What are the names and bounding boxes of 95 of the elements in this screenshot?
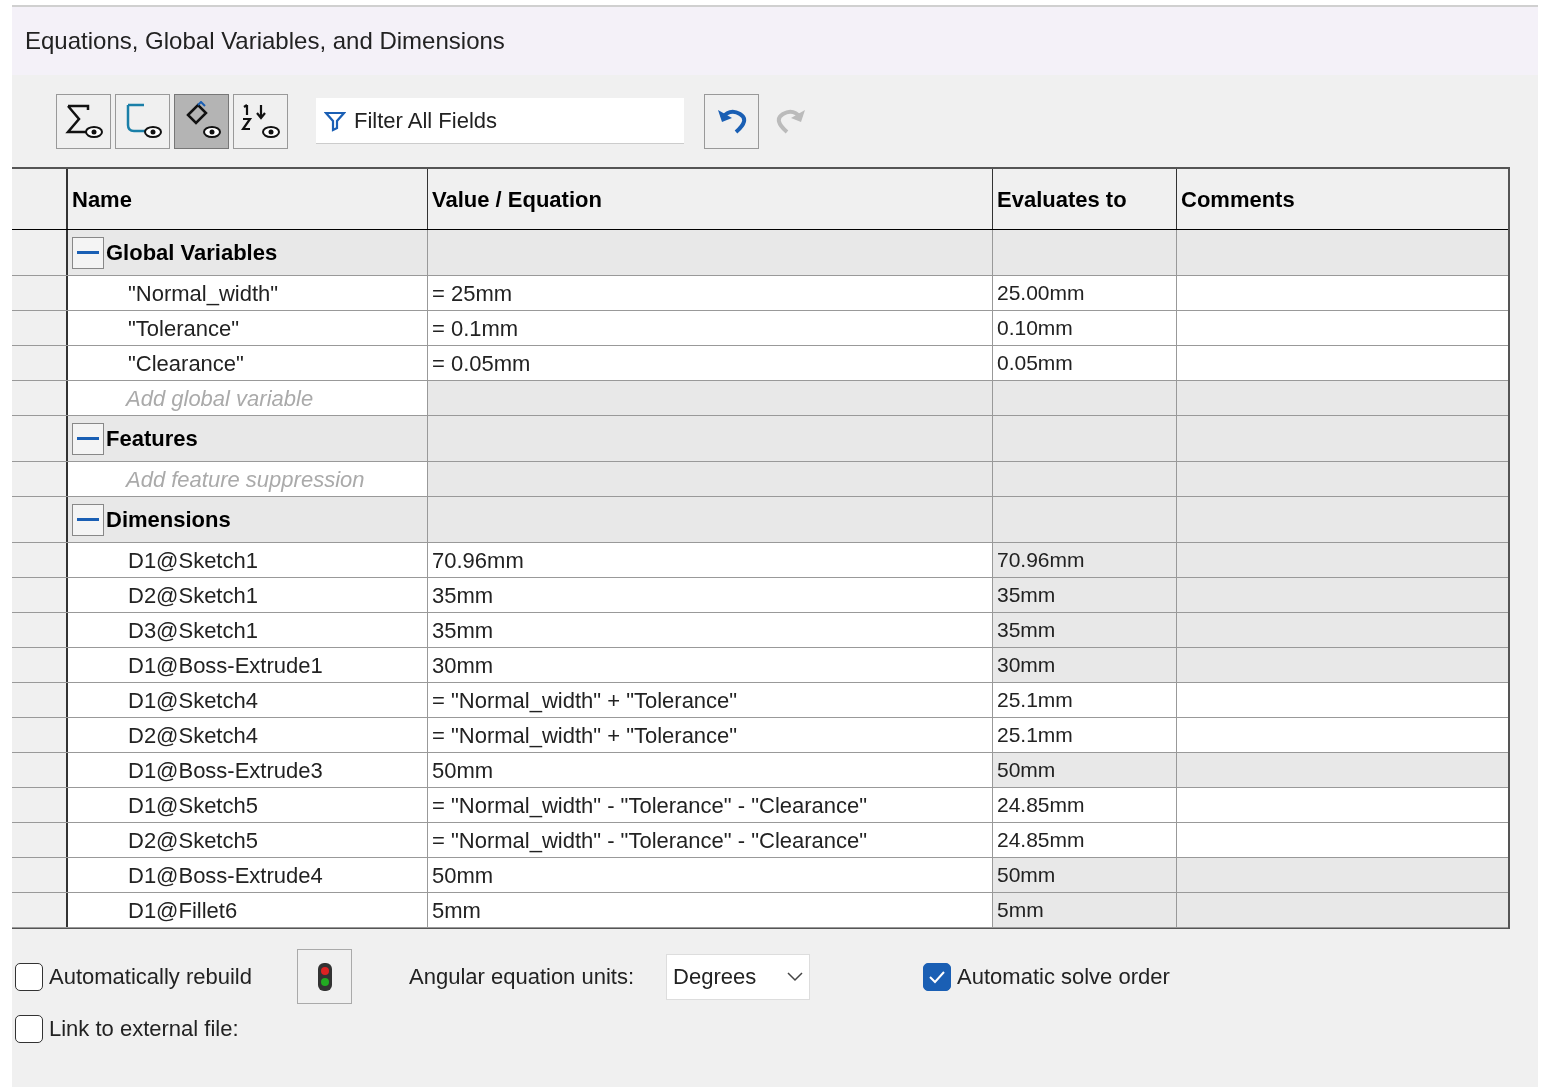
view-toggle-button[interactable]: [115, 93, 170, 149]
row-header[interactable]: [12, 823, 68, 857]
view-toggle-button[interactable]: [56, 93, 111, 149]
evaluates-cell: 25.00mm: [993, 276, 1177, 310]
name-cell[interactable]: D1@Boss-Extrude3: [68, 753, 428, 787]
angular-units-dropdown[interactable]: Degrees: [666, 953, 811, 1000]
value-cell[interactable]: = "Normal_width" - "Tolerance" - "Clearance": [428, 788, 993, 822]
name-cell[interactable]: D1@Sketch1: [68, 543, 428, 577]
minus-icon: [77, 250, 99, 255]
angular-units-label: Angular equation units:: [409, 963, 635, 991]
name-cell[interactable]: "Clearance": [68, 346, 428, 380]
name-cell[interactable]: D3@Sketch1: [68, 613, 428, 647]
value-cell[interactable]: 5mm: [428, 893, 993, 927]
view-toggle-button[interactable]: [174, 93, 229, 149]
name-cell[interactable]: D1@Boss-Extrude1: [68, 648, 428, 682]
collapse-toggle[interactable]: [72, 503, 104, 536]
filter-field[interactable]: Filter All Fields: [316, 98, 684, 144]
column-header[interactable]: Evaluates to: [993, 169, 1177, 229]
comment-cell[interactable]: [1177, 276, 1508, 310]
value-cell[interactable]: = 0.1mm: [428, 311, 993, 345]
collapse-toggle[interactable]: [72, 422, 104, 455]
row-header[interactable]: [12, 893, 68, 927]
evaluates-cell: 24.85mm: [993, 823, 1177, 857]
traffic-light-icon: [316, 961, 333, 992]
checkbox[interactable]: [15, 1014, 43, 1043]
value-cell[interactable]: = 0.05mm: [428, 346, 993, 380]
row-header[interactable]: [12, 497, 68, 542]
view-toggle-button[interactable]: [233, 93, 288, 149]
name-cell[interactable]: D2@Sketch4: [68, 718, 428, 752]
column-header[interactable]: Name: [68, 169, 428, 229]
comment-cell[interactable]: [1177, 788, 1508, 822]
checkbox[interactable]: [15, 962, 43, 991]
evaluates-cell: 0.10mm: [993, 311, 1177, 345]
row-header[interactable]: [12, 276, 68, 310]
section-title: Features: [106, 425, 198, 453]
name-cell[interactable]: "Normal_width": [68, 276, 428, 310]
row-header[interactable]: [12, 543, 68, 577]
minus-icon: [77, 436, 99, 441]
value-cell[interactable]: 50mm: [428, 858, 993, 892]
name-cell[interactable]: D1@Sketch5: [68, 788, 428, 822]
number-sort-eye-icon: [240, 101, 281, 141]
checkbox[interactable]: [923, 962, 952, 991]
comment-cell[interactable]: [1177, 823, 1508, 857]
row-header[interactable]: [12, 613, 68, 647]
name-cell[interactable]: "Tolerance": [68, 311, 428, 345]
checkbox-label: Automatic solve order: [957, 963, 1170, 991]
row-header[interactable]: [12, 683, 68, 717]
checkbox-label: Automatically rebuild: [49, 963, 252, 991]
value-cell[interactable]: = "Normal_width" + "Tolerance": [428, 683, 993, 717]
value-cell[interactable]: = 25mm: [428, 276, 993, 310]
comment-cell[interactable]: [1177, 683, 1508, 717]
column-header[interactable]: Comments: [1177, 169, 1508, 229]
undo-button[interactable]: [704, 93, 759, 149]
name-cell[interactable]: D1@Boss-Extrude4: [68, 858, 428, 892]
row-header[interactable]: [12, 230, 68, 275]
row-header[interactable]: [12, 753, 68, 787]
value-cell[interactable]: = "Normal_width" - "Tolerance" - "Clearance": [428, 823, 993, 857]
row-header[interactable]: [12, 381, 68, 415]
value-cell[interactable]: 35mm: [428, 578, 993, 612]
name-cell[interactable]: D2@Sketch1: [68, 578, 428, 612]
section-title: Global Variables: [106, 239, 278, 267]
comment-cell[interactable]: [1177, 718, 1508, 752]
row-header[interactable]: [12, 858, 68, 892]
check-icon: [928, 969, 947, 984]
evaluates-cell: 25.1mm: [993, 718, 1177, 752]
column-header[interactable]: Value / Equation: [428, 169, 993, 229]
value-cell[interactable]: 50mm: [428, 753, 993, 787]
row-header[interactable]: [12, 416, 68, 461]
section-title: Dimensions: [106, 506, 231, 534]
row-header[interactable]: [12, 462, 68, 496]
minus-icon: [77, 517, 99, 522]
name-cell[interactable]: D2@Sketch5: [68, 823, 428, 857]
checkbox-label: Link to external file:: [49, 1015, 239, 1043]
collapse-toggle[interactable]: [72, 236, 104, 269]
name-cell[interactable]: D1@Sketch4: [68, 683, 428, 717]
name-cell[interactable]: D1@Fillet6: [68, 893, 428, 927]
comment-cell[interactable]: [1177, 346, 1508, 380]
window-title: Equations, Global Variables, and Dimensions: [25, 26, 505, 56]
row-header[interactable]: [12, 718, 68, 752]
value-cell[interactable]: 70.96mm: [428, 543, 993, 577]
row-header[interactable]: [12, 648, 68, 682]
evaluates-cell: 0.05mm: [993, 346, 1177, 380]
value-cell[interactable]: 35mm: [428, 613, 993, 647]
value-cell[interactable]: = "Normal_width" + "Tolerance": [428, 718, 993, 752]
row-header[interactable]: [12, 346, 68, 380]
row-header[interactable]: [12, 311, 68, 345]
filter-icon: [324, 110, 346, 132]
row-header[interactable]: [12, 788, 68, 822]
chevron-icon: [787, 971, 804, 982]
evaluates-cell: 24.85mm: [993, 788, 1177, 822]
rebuild-indicator[interactable]: [297, 949, 352, 1004]
value-cell[interactable]: 30mm: [428, 648, 993, 682]
evaluates-cell: 25.1mm: [993, 683, 1177, 717]
row-header[interactable]: [12, 578, 68, 612]
comment-cell[interactable]: [1177, 311, 1508, 345]
